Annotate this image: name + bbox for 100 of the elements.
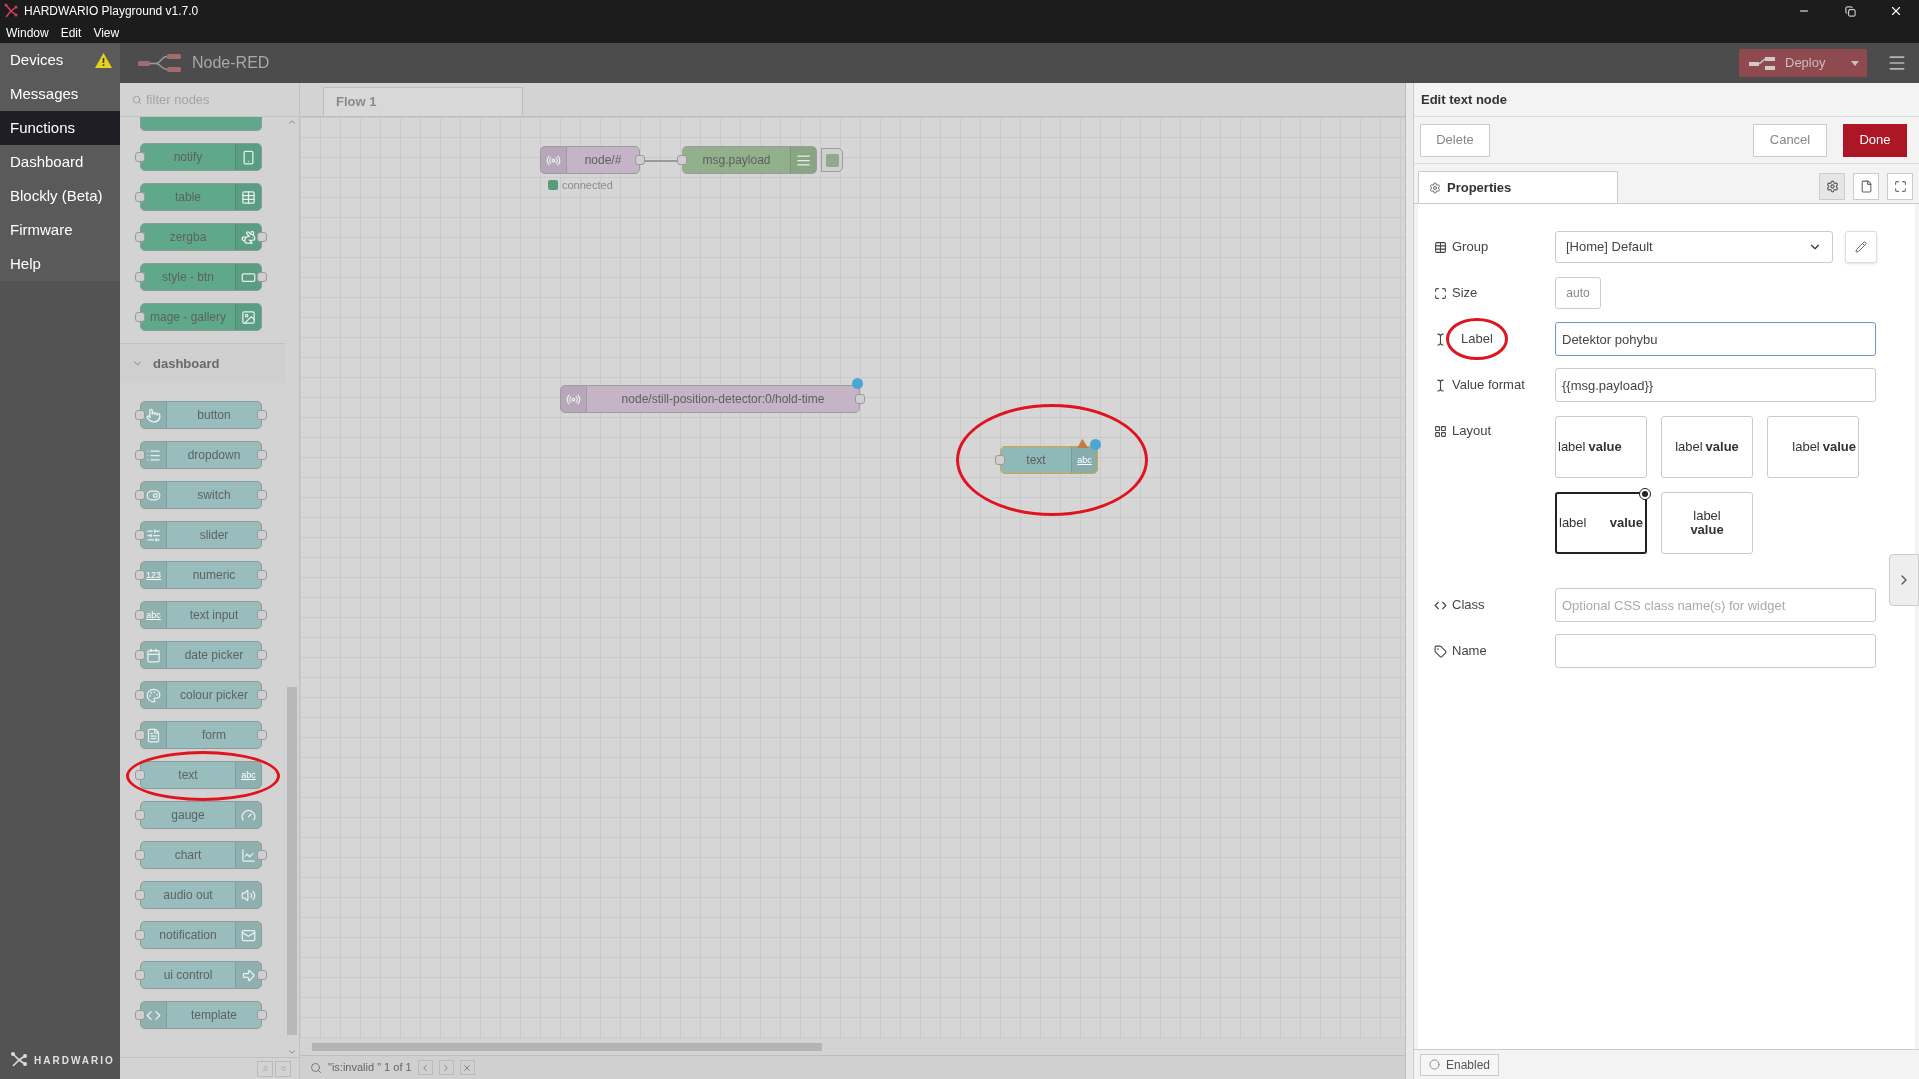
palette-node[interactable]: ui control bbox=[140, 961, 262, 989]
horizontal-scrollbar[interactable] bbox=[312, 1043, 822, 1051]
text-field[interactable]: {{msg.payload}} bbox=[1555, 368, 1876, 402]
flow-tab[interactable]: Flow 1 bbox=[323, 87, 523, 116]
node-port[interactable] bbox=[135, 770, 145, 780]
nav-item[interactable]: Messages bbox=[0, 77, 120, 111]
node-port[interactable] bbox=[135, 450, 145, 460]
node-port[interactable] bbox=[135, 312, 145, 322]
node-port[interactable] bbox=[135, 192, 145, 202]
palette-node[interactable]: zergba bbox=[140, 223, 262, 251]
nav-item[interactable]: Help bbox=[0, 247, 120, 281]
node-port[interactable] bbox=[135, 730, 145, 740]
description-tab-button[interactable] bbox=[1853, 173, 1879, 200]
node-port[interactable] bbox=[135, 890, 145, 900]
node-port[interactable] bbox=[135, 810, 145, 820]
palette-node[interactable]: abc text input bbox=[140, 601, 262, 629]
enabled-toggle[interactable]: Enabled bbox=[1420, 1053, 1500, 1076]
splitter[interactable] bbox=[1405, 83, 1413, 1079]
palette-node[interactable]: date picker bbox=[140, 641, 262, 669]
group-select[interactable]: [Home] Default bbox=[1555, 231, 1833, 263]
palette-node[interactable]: audio out bbox=[140, 881, 262, 909]
palette-node[interactable]: colour picker bbox=[140, 681, 262, 709]
node-port[interactable] bbox=[135, 1010, 145, 1020]
done-button[interactable]: Done bbox=[1843, 123, 1907, 157]
node-port[interactable] bbox=[135, 850, 145, 860]
cancel-button[interactable]: Cancel bbox=[1753, 123, 1827, 157]
palette-node[interactable] bbox=[140, 117, 262, 131]
node-port[interactable] bbox=[257, 730, 267, 740]
node-port[interactable] bbox=[257, 490, 267, 500]
palette-node[interactable]: 123 numeric bbox=[140, 561, 262, 589]
appearance-tab-button[interactable] bbox=[1887, 173, 1913, 200]
node-port[interactable] bbox=[257, 272, 267, 282]
palette-node[interactable]: text abc bbox=[140, 761, 262, 789]
node-port[interactable] bbox=[257, 1010, 267, 1020]
edit-button[interactable] bbox=[1845, 231, 1877, 263]
scrollbar-thumb[interactable] bbox=[287, 687, 297, 1035]
nav-item[interactable]: Devices bbox=[0, 43, 120, 77]
expand-all-button[interactable] bbox=[275, 1060, 291, 1077]
node-port[interactable] bbox=[135, 232, 145, 242]
palette-node[interactable]: table bbox=[140, 183, 262, 211]
palette-node[interactable]: notify bbox=[140, 143, 262, 171]
menu-item[interactable]: View bbox=[93, 23, 120, 42]
settings-tab-button[interactable] bbox=[1819, 173, 1845, 200]
collapse-all-button[interactable] bbox=[257, 1060, 273, 1077]
palette-node[interactable]: switch bbox=[140, 481, 262, 509]
node-port[interactable] bbox=[135, 970, 145, 980]
palette-node[interactable]: form bbox=[140, 721, 262, 749]
menu-item[interactable]: Window bbox=[6, 23, 49, 42]
palette-node[interactable]: chart bbox=[140, 841, 262, 869]
scroll-down-icon[interactable] bbox=[287, 1047, 297, 1057]
layout-option[interactable]: label value bbox=[1555, 416, 1647, 478]
text-field[interactable] bbox=[1555, 634, 1876, 668]
layout-option[interactable]: label value bbox=[1661, 492, 1753, 554]
next-button[interactable] bbox=[438, 1060, 454, 1075]
node-port[interactable] bbox=[135, 490, 145, 500]
palette-node[interactable]: gauge bbox=[140, 801, 262, 829]
node-port[interactable] bbox=[257, 850, 267, 860]
node-port[interactable] bbox=[257, 410, 267, 420]
deploy-button[interactable]: Deploy bbox=[1739, 49, 1867, 77]
layout-option[interactable]: label value bbox=[1767, 416, 1859, 478]
menu-item[interactable]: Edit bbox=[60, 23, 82, 42]
size-button[interactable]: auto bbox=[1555, 277, 1601, 309]
scroll-up-icon[interactable] bbox=[287, 117, 297, 127]
search-icon[interactable] bbox=[310, 1061, 322, 1074]
node-port[interactable] bbox=[135, 610, 145, 620]
palette-node[interactable]: style - btn bbox=[140, 263, 262, 291]
node-port[interactable] bbox=[677, 155, 687, 165]
node-port[interactable] bbox=[135, 410, 145, 420]
node-port[interactable] bbox=[257, 232, 267, 242]
node-port[interactable] bbox=[135, 152, 145, 162]
node-port[interactable] bbox=[995, 455, 1005, 465]
palette-node[interactable]: notification bbox=[140, 921, 262, 949]
node-port[interactable] bbox=[257, 450, 267, 460]
flow-node[interactable]: node/# bbox=[540, 146, 640, 174]
node-port[interactable] bbox=[135, 690, 145, 700]
node-port[interactable] bbox=[855, 394, 865, 404]
palette-node[interactable]: button bbox=[140, 401, 262, 429]
category-header[interactable]: dashboard bbox=[120, 343, 285, 383]
node-port[interactable] bbox=[257, 690, 267, 700]
properties-tab[interactable]: Properties bbox=[1418, 171, 1618, 203]
expand-panel-button[interactable] bbox=[1889, 554, 1919, 606]
node-port[interactable] bbox=[135, 272, 145, 282]
debug-toggle[interactable] bbox=[821, 148, 843, 172]
text-field[interactable]: Detektor pohybu bbox=[1555, 322, 1876, 356]
node-port[interactable] bbox=[257, 530, 267, 540]
node-port[interactable] bbox=[135, 650, 145, 660]
palette-node[interactable]: mage - gallery bbox=[140, 303, 262, 331]
flow-node[interactable]: node/still-position-detector:0/hold-time bbox=[560, 385, 860, 413]
node-port[interactable] bbox=[257, 570, 267, 580]
node-port[interactable] bbox=[257, 610, 267, 620]
nav-item[interactable]: Dashboard bbox=[0, 145, 120, 179]
clear-search-button[interactable] bbox=[459, 1060, 475, 1075]
nav-item[interactable]: Blockly (Beta) bbox=[0, 179, 120, 213]
delete-button[interactable]: Delete bbox=[1420, 123, 1490, 157]
node-port[interactable] bbox=[257, 650, 267, 660]
menu-icon[interactable] bbox=[1887, 53, 1907, 73]
flow-node[interactable]: text abc bbox=[1000, 446, 1098, 474]
palette-node[interactable]: slider bbox=[140, 521, 262, 549]
palette-node[interactable]: template bbox=[140, 1001, 262, 1029]
text-field[interactable]: Optional CSS class name(s) for widget bbox=[1555, 588, 1876, 622]
